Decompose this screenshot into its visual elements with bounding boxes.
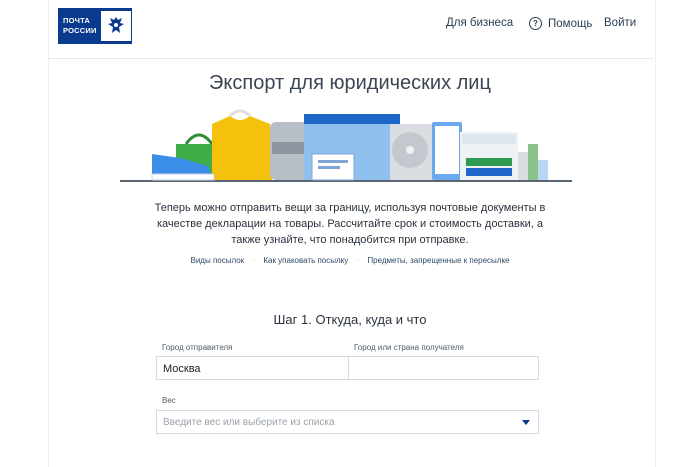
link-how-to-pack[interactable]: Как упаковать посылку	[263, 256, 348, 265]
logo-line2: РОССИИ	[63, 26, 97, 35]
logo-text: ПОЧТА РОССИИ	[58, 16, 99, 36]
info-links: Виды посылок · Как упаковать посылку · П…	[0, 256, 700, 265]
recipient-label: Город или страна получателя	[354, 343, 464, 352]
link-separator: ·	[356, 256, 360, 265]
site-header: ПОЧТА РОССИИ Для бизнеса ? Помощь Войти	[48, 0, 654, 59]
recipient-input[interactable]	[348, 356, 539, 380]
pochta-logo[interactable]: ПОЧТА РОССИИ	[58, 8, 132, 44]
sender-city-input[interactable]: Москва	[156, 356, 349, 380]
chevron-down-icon[interactable]	[522, 420, 530, 425]
nav-help-link[interactable]: ? Помощь	[529, 17, 592, 30]
intro-text: Теперь можно отправить вещи за границу, …	[150, 200, 550, 248]
intro-line-3: также узнайте, что понадобится при отпра…	[231, 234, 469, 246]
nav-business-link[interactable]: Для бизнеса	[446, 17, 513, 29]
logo-line1: ПОЧТА	[63, 16, 91, 25]
goods-illustration	[120, 104, 580, 193]
intro-line-2: качестве декларации на товары. Рассчитай…	[156, 218, 544, 230]
weight-select[interactable]: Введите вес или выберите из списка	[156, 410, 539, 434]
link-separator: ·	[252, 256, 256, 265]
nav-help-label: Помощь	[548, 17, 593, 30]
weight-label: Вес	[162, 396, 176, 405]
step-title: Шаг 1. Откуда, куда и что	[273, 312, 427, 327]
page-title: Экспорт для юридических лиц	[209, 72, 491, 94]
link-parcel-types[interactable]: Виды посылок	[191, 256, 245, 265]
weight-placeholder: Введите вес или выберите из списка	[163, 417, 335, 428]
nav-login-link[interactable]: Войти	[604, 17, 636, 29]
eagle-emblem-icon	[101, 11, 131, 41]
link-prohibited-items[interactable]: Предметы, запрещенные к пересылке	[367, 256, 509, 265]
intro-line-1: Теперь можно отправить вещи за границу, …	[154, 202, 546, 214]
sender-city-label: Город отправителя	[162, 343, 233, 352]
help-icon: ?	[529, 17, 542, 30]
